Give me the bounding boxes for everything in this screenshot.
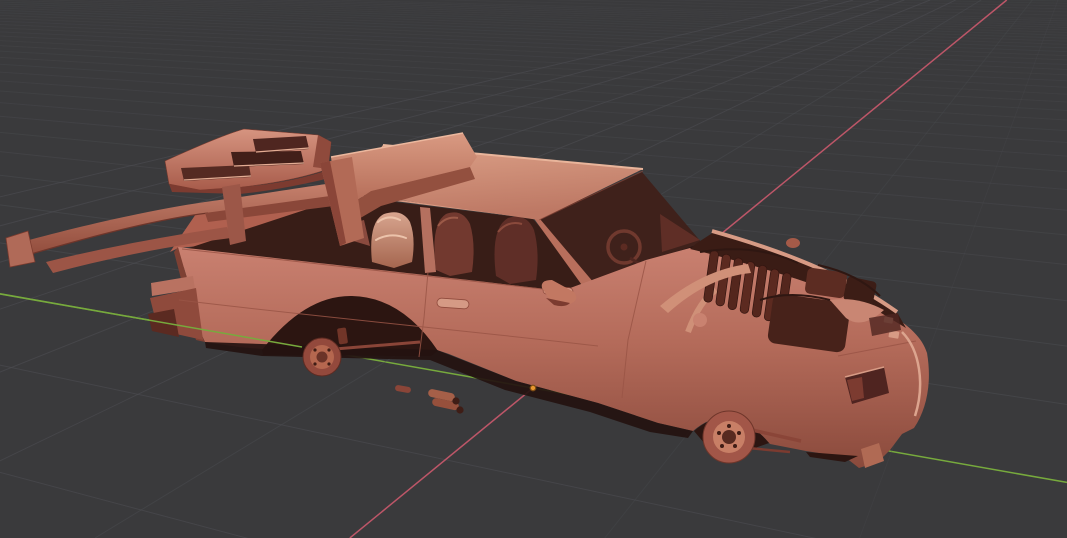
seat-middle [434, 212, 474, 276]
far-side-mirror [786, 238, 800, 248]
viewport-canvas[interactable] [0, 0, 1067, 538]
object-origin-marker[interactable] [529, 384, 537, 392]
seat-right [494, 216, 538, 284]
viewport-3d[interactable] [0, 0, 1067, 538]
door-handle [436, 297, 470, 310]
